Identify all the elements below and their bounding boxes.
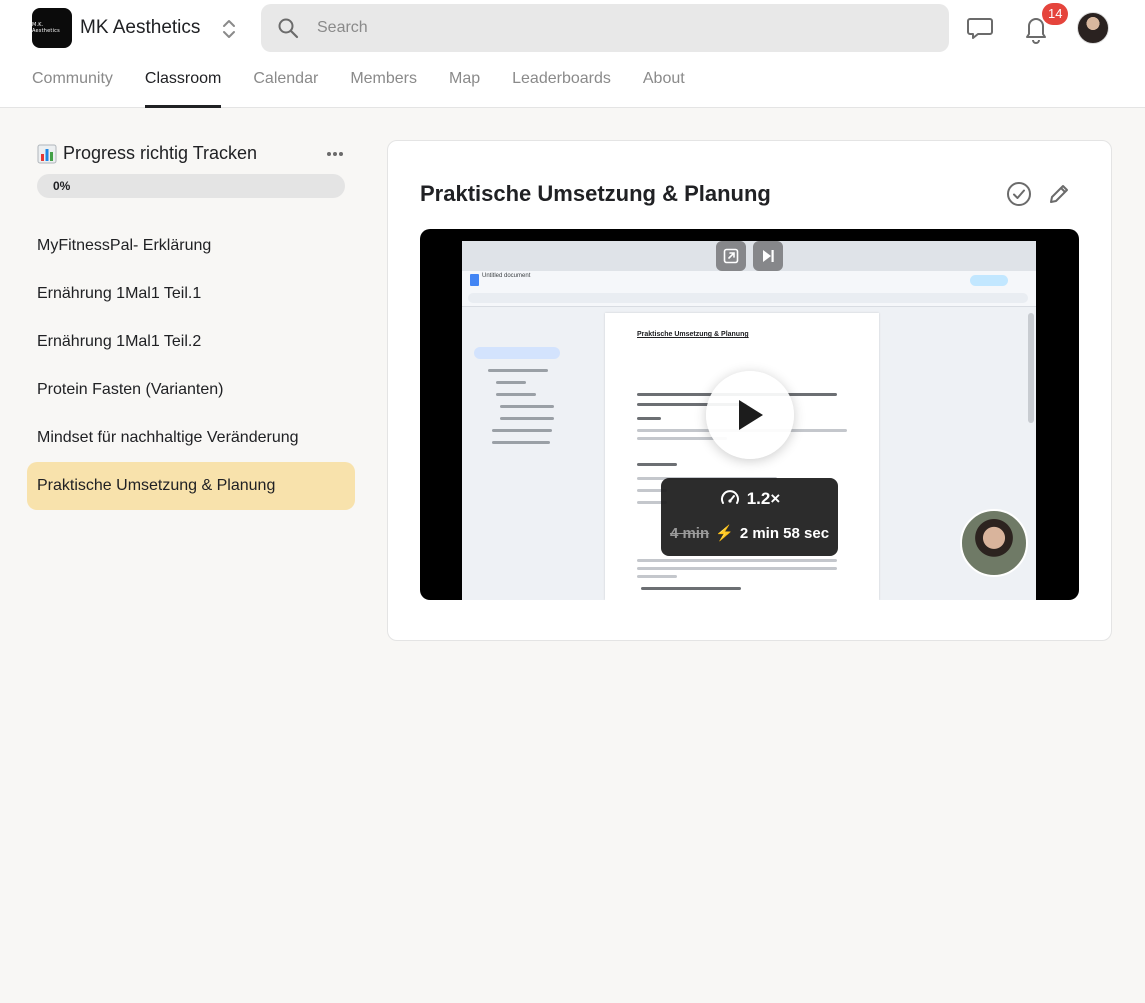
- lesson-item-active[interactable]: Praktische Umsetzung & Planung: [27, 462, 355, 510]
- doc-title: Untitled document: [482, 273, 531, 279]
- lesson-list: MyFitnessPal- Erklärung Ernährung 1Mal1 …: [27, 222, 355, 510]
- original-duration: 4 min: [669, 524, 710, 542]
- course-title: Progress richtig Tracken: [37, 143, 257, 164]
- browser-tab-bar: [462, 241, 1036, 271]
- play-button[interactable]: [706, 371, 794, 459]
- community-name[interactable]: MK Aesthetics: [80, 17, 200, 39]
- playback-speed: 1.2×: [746, 489, 781, 508]
- speedometer-icon: [720, 490, 739, 504]
- community-logo[interactable]: M.K. Aesthetics: [32, 8, 72, 48]
- lesson-content-card: Praktische Umsetzung & Planung Untitled …: [387, 140, 1112, 641]
- lesson-item[interactable]: MyFitnessPal- Erklärung: [27, 222, 355, 270]
- page-line: [637, 463, 677, 466]
- lesson-item[interactable]: Protein Fasten (Varianten): [27, 366, 355, 414]
- main-nav-tabs: Community Classroom Calendar Members Map…: [32, 68, 685, 108]
- lesson-item[interactable]: Ernährung 1Mal1 Teil.2: [27, 318, 355, 366]
- doc-heading: Praktische Umsetzung & Planung: [637, 331, 749, 338]
- playback-speed-panel[interactable]: 1.2× 4 min ⚡ 2 min 58 sec: [661, 478, 838, 556]
- video-player[interactable]: Untitled document Praktische Umsetzung &…: [420, 229, 1079, 600]
- notification-badge: 14: [1042, 3, 1069, 25]
- tab-map[interactable]: Map: [449, 68, 480, 108]
- search-icon: [278, 18, 299, 39]
- tab-calendar[interactable]: Calendar: [253, 68, 318, 108]
- lesson-item[interactable]: Mindset für nachhaltige Veränderung: [27, 414, 355, 462]
- skip-next-icon: [763, 250, 774, 262]
- user-avatar[interactable]: [1077, 12, 1109, 44]
- picture-in-picture-button[interactable]: [716, 241, 746, 271]
- tab-leaderboards[interactable]: Leaderboards: [512, 68, 611, 108]
- adjusted-duration: 2 min 58 sec: [739, 524, 830, 542]
- format-toolbar: [468, 293, 1028, 303]
- duration-row: 4 min ⚡ 2 min 58 sec: [661, 524, 838, 543]
- lightning-icon: ⚡: [715, 525, 734, 542]
- tab-members[interactable]: Members: [350, 68, 417, 108]
- doc-scrollbar: [1028, 313, 1034, 423]
- outline-line: [500, 405, 554, 408]
- play-icon: [739, 400, 763, 430]
- outline-tab: [474, 347, 560, 359]
- tab-community[interactable]: Community: [32, 68, 113, 108]
- lesson-title: Praktische Umsetzung & Planung: [420, 181, 771, 206]
- doc-toolbar: Untitled document: [462, 271, 1036, 307]
- outline-line: [488, 369, 548, 372]
- top-header: M.K. Aesthetics MK Aesthetics 14 Communi…: [0, 0, 1145, 108]
- course-title-text: Progress richtig Tracken: [63, 143, 258, 163]
- google-docs-icon: [470, 274, 479, 286]
- course-progress-bar: 0%: [37, 174, 345, 198]
- outline-line: [500, 417, 554, 420]
- search-input[interactable]: [317, 4, 917, 52]
- lesson-item[interactable]: Ernährung 1Mal1 Teil.1: [27, 270, 355, 318]
- more-options-button[interactable]: [325, 144, 345, 164]
- presenter-webcam: [960, 509, 1028, 577]
- tab-about[interactable]: About: [643, 68, 685, 108]
- more-horizontal-icon: [327, 152, 343, 156]
- speed-rate-row: 1.2×: [661, 488, 838, 510]
- doc-outline-panel: [468, 313, 606, 600]
- logo-text: M.K. Aesthetics: [32, 22, 60, 34]
- pip-icon: [723, 248, 739, 264]
- tab-classroom[interactable]: Classroom: [144, 68, 222, 108]
- skip-next-button[interactable]: [753, 241, 783, 271]
- bar-chart-icon: [37, 144, 57, 163]
- share-pill: [970, 275, 1008, 286]
- pencil-icon[interactable]: [1047, 182, 1071, 206]
- page-line: [637, 575, 677, 578]
- page-line: [637, 567, 837, 570]
- progress-label: 0%: [53, 179, 71, 193]
- outline-line: [496, 381, 526, 384]
- page-line: [637, 559, 837, 562]
- page-line: [637, 417, 661, 420]
- search-bar: [261, 4, 949, 52]
- chevron-up-down-icon[interactable]: [219, 16, 239, 42]
- page-line: [641, 587, 741, 590]
- outline-line: [496, 393, 536, 396]
- check-circle-icon[interactable]: [1006, 181, 1032, 207]
- outline-line: [492, 429, 552, 432]
- outline-line: [492, 441, 550, 444]
- chat-icon[interactable]: [965, 13, 995, 43]
